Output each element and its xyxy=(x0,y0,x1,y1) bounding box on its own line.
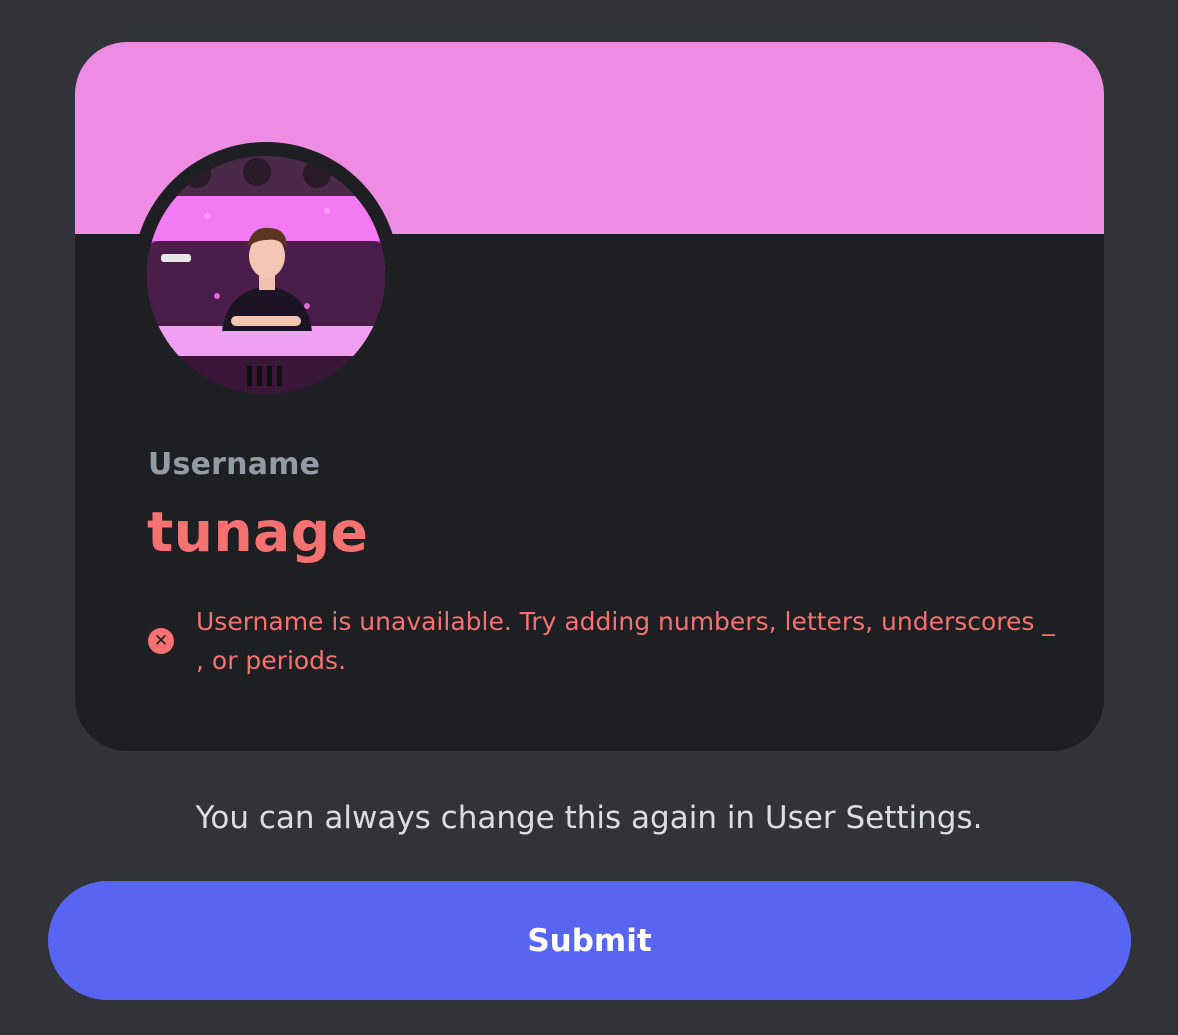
submit-button[interactable]: Submit xyxy=(48,881,1131,1000)
username-value[interactable]: tunage xyxy=(147,500,368,564)
avatar xyxy=(147,156,385,394)
avatar-ring xyxy=(133,142,399,408)
username-label: Username xyxy=(148,447,321,482)
error-circle-x-icon: ✕ xyxy=(148,628,174,654)
avatar-illustration xyxy=(147,156,385,394)
profile-preview-card: Username tunage ✕ Username is unavailabl… xyxy=(75,42,1104,751)
settings-hint: You can always change this again in User… xyxy=(195,800,983,836)
error-message: Username is unavailable. Try adding numb… xyxy=(196,607,1055,675)
username-setup-screen: Username tunage ✕ Username is unavailabl… xyxy=(0,0,1178,1035)
